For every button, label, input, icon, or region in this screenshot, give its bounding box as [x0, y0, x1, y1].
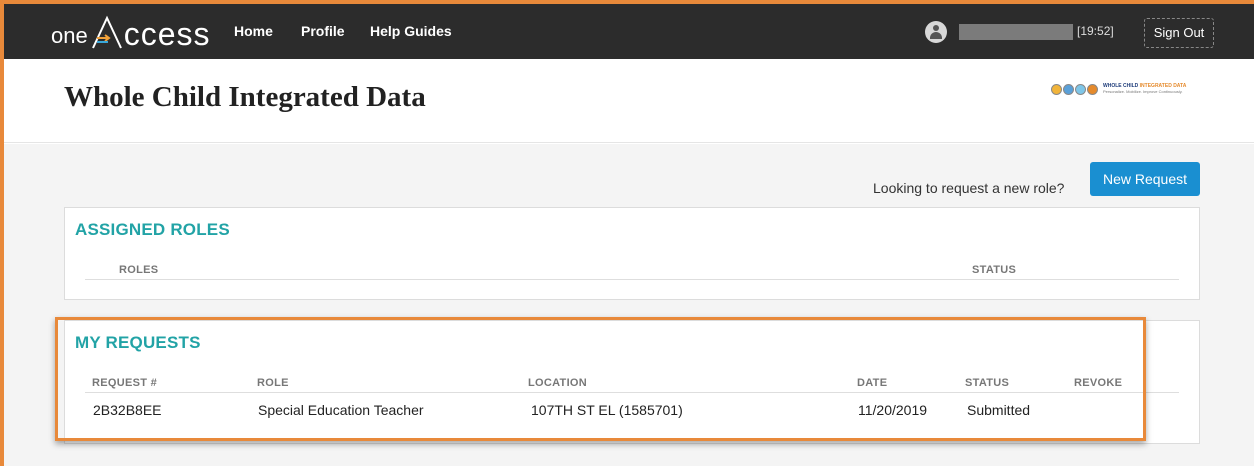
wcid-circle-icon	[1087, 83, 1098, 95]
top-navbar: one ccess Home Profile Help Guides [19:5…	[4, 4, 1254, 59]
wcid-logo-tagline: Personalize. Mobilize. Improve Continuou…	[1103, 89, 1183, 94]
column-header-revoke[interactable]: REVOKE	[1074, 377, 1122, 389]
table-divider	[85, 392, 1179, 393]
my-requests-title: MY REQUESTS	[75, 333, 201, 352]
redacted-username	[959, 24, 1073, 40]
session-time: [19:52]	[1077, 24, 1114, 38]
location-cell: 107TH ST EL (1585701)	[531, 402, 683, 418]
column-header-status[interactable]: STATUS	[972, 264, 1016, 276]
column-header-status[interactable]: STATUS	[965, 377, 1009, 389]
table-divider	[85, 279, 1179, 280]
user-avatar-icon[interactable]	[925, 21, 947, 43]
screenshot-border-left	[0, 0, 4, 466]
new-request-button[interactable]: New Request	[1090, 162, 1200, 196]
oneaccess-logo[interactable]: one ccess	[51, 12, 211, 50]
role-cell: Special Education Teacher	[258, 402, 424, 418]
screenshot-border-top	[0, 0, 1254, 4]
request-number-cell: 2B32B8EE	[93, 402, 162, 418]
wcid-circle-icon	[1051, 83, 1062, 95]
nav-profile-link[interactable]: Profile	[301, 23, 345, 39]
avatar-head	[933, 25, 939, 31]
assigned-roles-card: ASSIGNED ROLES ROLES STATUS	[64, 207, 1200, 300]
nav-home-link[interactable]: Home	[234, 23, 273, 39]
column-header-role[interactable]: ROLE	[257, 377, 289, 389]
nav-help-guides-link[interactable]: Help Guides	[370, 23, 452, 39]
status-cell: Submitted	[967, 402, 1031, 418]
date-cell: 11/20/2019	[858, 402, 928, 418]
column-header-roles[interactable]: ROLES	[119, 264, 158, 276]
assigned-roles-title: ASSIGNED ROLES	[75, 220, 230, 239]
page-title: Whole Child Integrated Data	[64, 81, 426, 113]
logo-a-glyph-icon	[90, 14, 124, 50]
column-header-request-number[interactable]: REQUEST #	[92, 377, 157, 389]
column-header-location[interactable]: LOCATION	[528, 377, 587, 389]
wcid-logo: WHOLE CHILD INTEGRATED DATA Personalize.…	[1051, 81, 1186, 97]
logo-access-text: ccess	[123, 16, 211, 52]
sign-out-button[interactable]: Sign Out	[1144, 18, 1214, 48]
my-requests-card: MY REQUESTS REQUEST # ROLE LOCATION DATE…	[64, 320, 1200, 444]
wcid-circle-icon	[1075, 83, 1086, 95]
column-header-date[interactable]: DATE	[857, 377, 887, 389]
avatar-body	[930, 32, 942, 39]
wcid-logo-text: WHOLE CHILD INTEGRATED DATA Personalize.…	[1103, 84, 1186, 94]
wcid-circle-icon	[1063, 83, 1074, 95]
main-content: Looking to request a new role? New Reque…	[4, 144, 1254, 466]
logo-one-text: one	[51, 23, 88, 48]
page-header: Whole Child Integrated Data WHOLE CHILD …	[4, 59, 1254, 143]
new-request-prompt: Looking to request a new role?	[873, 180, 1065, 196]
